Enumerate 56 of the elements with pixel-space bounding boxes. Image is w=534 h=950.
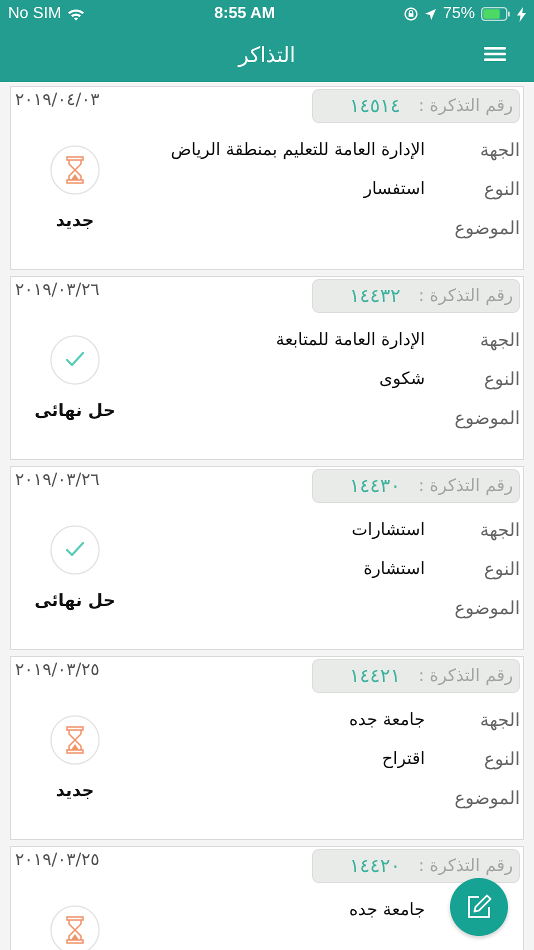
field-label: النوع <box>483 558 520 580</box>
rotation-lock-icon <box>404 7 418 21</box>
battery-percent: 75% <box>442 5 475 23</box>
field-label: الجهة <box>478 520 520 540</box>
status-label: حل نهائى <box>34 591 116 611</box>
field-value: جامعة جده <box>349 710 425 730</box>
field-label: الجهة <box>478 330 520 350</box>
ticket-card[interactable]: رقم التذكرة : ١٤٤٣٢ ٢٠١٩/٠٣/٢٦ الجهة الإدارة العامة للمتابعة النوع شكوى الموضوع حل نهائى <box>10 276 524 460</box>
field-value: الإدارة العامة للمتابعة <box>276 330 425 350</box>
ticket-number: ١٤٤٢١ <box>349 665 400 687</box>
field-label: الجهة <box>478 140 520 160</box>
compose-icon <box>465 893 493 921</box>
field-label: الموضوع <box>453 788 520 808</box>
ticket-card[interactable]: رقم التذكرة : ١٤٤٢٠ ٢٠١٩/٠٣/٢٥ جامعة جده <box>10 846 524 950</box>
ticket-number: ١٤٤٢٠ <box>349 855 400 877</box>
ticket-date: ٢٠١٩/٠٤/٠٣ <box>15 90 100 110</box>
field-value: استشارات <box>352 520 425 540</box>
field-label: النوع <box>483 368 520 390</box>
field-value: الإدارة العامة للتعليم بمنطقة الرياض <box>170 140 425 160</box>
ticket-number-label: رقم التذكرة : <box>418 96 513 116</box>
ticket-number: ١٤٤٣٢ <box>349 285 400 307</box>
status-label: جديد <box>56 211 94 231</box>
field-value: اقتراح <box>382 749 425 769</box>
menu-button[interactable] <box>484 46 506 62</box>
field-label: الجهة <box>478 710 520 730</box>
status-label: حل نهائى <box>34 401 116 421</box>
ticket-date: ٢٠١٩/٠٣/٢٦ <box>15 470 100 490</box>
ticket-date: ٢٠١٩/٠٣/٢٥ <box>15 850 100 870</box>
battery-icon <box>480 7 511 21</box>
field-label: النوع <box>483 748 520 770</box>
ticket-card[interactable]: رقم التذكرة : ١٤٥١٤ ٢٠١٩/٠٤/٠٣ الجهة الإدارة العامة للتعليم بمنطقة الرياض النوع استفسار الموضوع جديد <box>10 86 524 270</box>
clock-time: 8:55 AM <box>214 5 276 23</box>
field-label: النوع <box>483 178 520 200</box>
ticket-number-label: رقم التذكرة : <box>418 666 513 686</box>
ticket-date: ٢٠١٩/٠٣/٢٥ <box>15 660 100 680</box>
wifi-icon <box>67 8 86 20</box>
ticket-number: ١٤٥١٤ <box>349 95 400 117</box>
field-value: استفسار <box>364 179 425 199</box>
status-label: جديد <box>56 781 94 801</box>
carrier-text: No SIM <box>8 5 62 23</box>
ticket-number-label: رقم التذكرة : <box>418 856 513 876</box>
ticket-number-label: رقم التذكرة : <box>418 476 513 496</box>
ticket-date: ٢٠١٩/٠٣/٢٦ <box>15 280 100 300</box>
field-label: الموضوع <box>453 408 520 428</box>
charging-bolt-icon <box>516 6 526 22</box>
location-arrow-icon <box>424 8 437 20</box>
ticket-number-label: رقم التذكرة : <box>418 286 513 306</box>
field-value: جامعة جده <box>349 900 425 920</box>
field-label: الموضوع <box>453 598 520 618</box>
ticket-card[interactable]: رقم التذكرة : ١٤٤٣٠ ٢٠١٩/٠٣/٢٦ الجهة استشارات النوع استشارة الموضوع حل نهائى <box>10 466 524 650</box>
ticket-number: ١٤٤٣٠ <box>349 475 400 497</box>
field-label: الموضوع <box>453 218 520 238</box>
ticket-card[interactable]: رقم التذكرة : ١٤٤٢١ ٢٠١٩/٠٣/٢٥ الجهة جامعة جده النوع اقتراح الموضوع جديد <box>10 656 524 840</box>
field-value: استشارة <box>363 559 425 579</box>
field-value: شكوى <box>379 369 425 389</box>
page-title: التذاكر <box>238 43 296 67</box>
